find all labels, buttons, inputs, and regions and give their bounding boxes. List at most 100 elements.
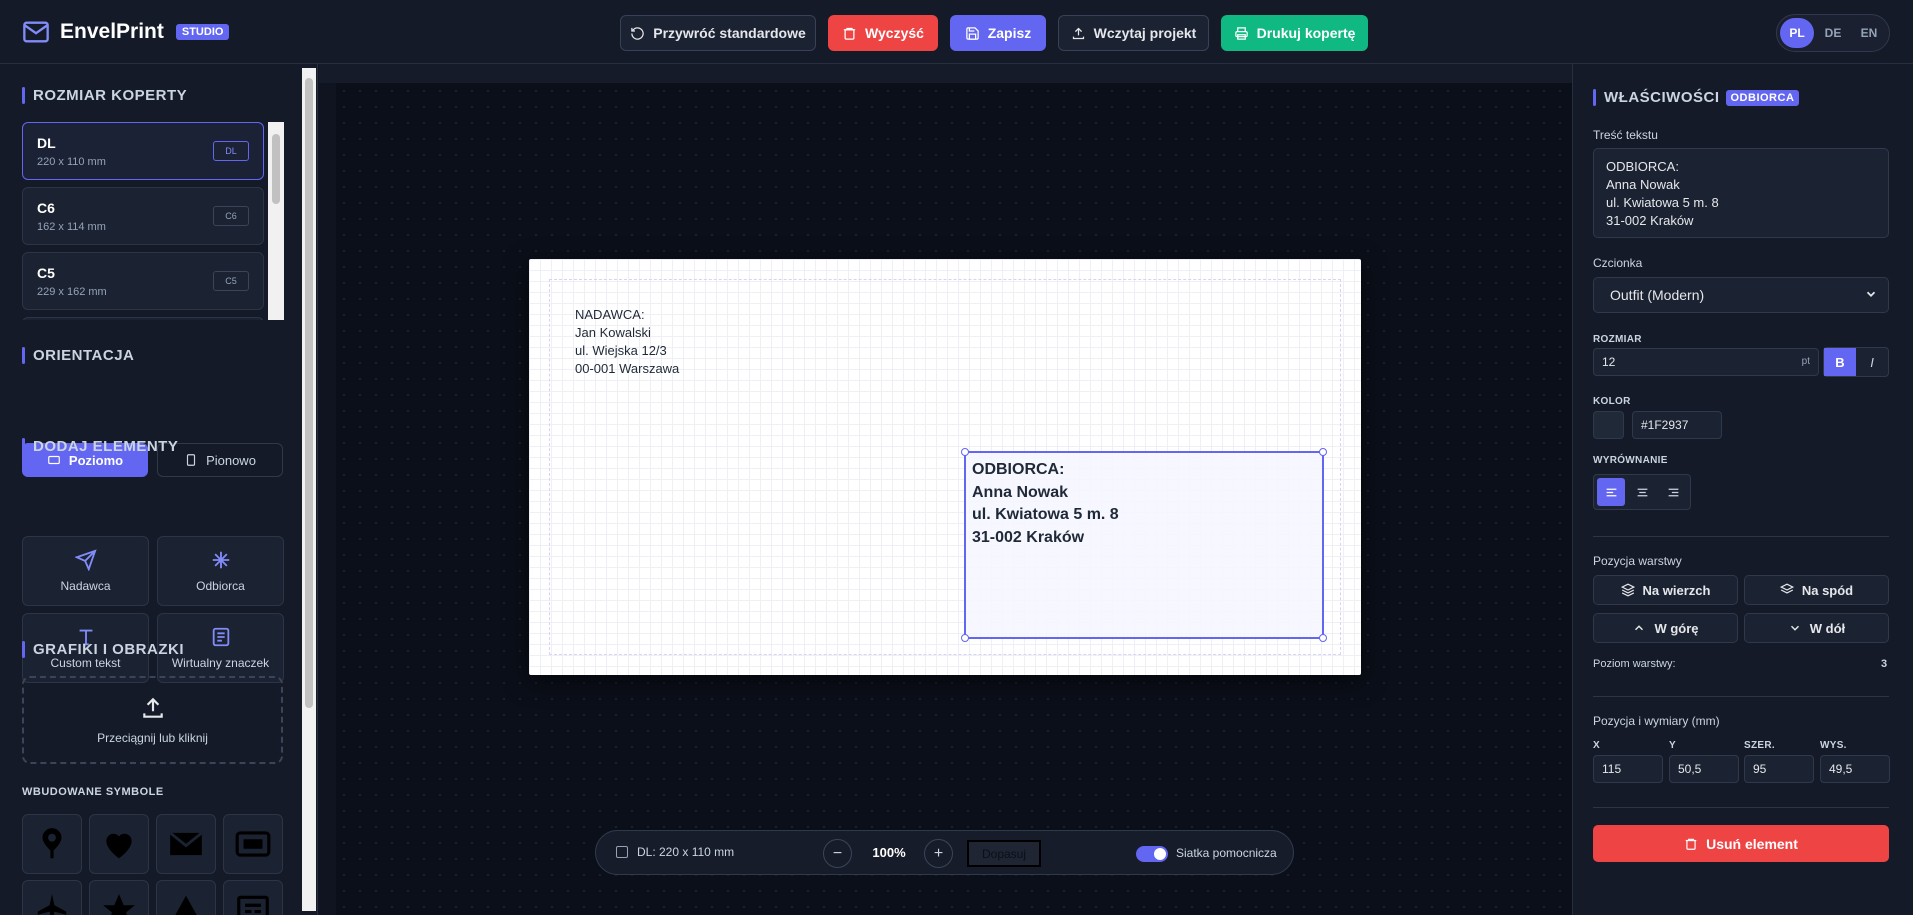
properties-title: WŁAŚCIWOŚCI ODBIORCA xyxy=(1593,89,1800,106)
bold-button[interactable]: B xyxy=(1824,348,1856,376)
envelope-logo-icon xyxy=(23,21,49,43)
align-center-button[interactable] xyxy=(1628,478,1656,506)
app-badge: STUDIO xyxy=(175,24,230,40)
print-envelope-button[interactable]: Drukuj kopertę xyxy=(1221,15,1368,51)
size-card-c5[interactable]: C5 229 x 162 mm C5 xyxy=(22,252,264,310)
left-sidebar: ROZMIAR KOPERTY DL 220 x 110 mm DL C6 16… xyxy=(0,64,318,915)
text-content-textarea[interactable]: ODBIORCA: Anna Nowak ul. Kwiatowa 5 m. 8… xyxy=(1593,148,1889,238)
save-button[interactable]: Zapisz xyxy=(950,15,1046,51)
airplane-icon xyxy=(37,894,67,915)
add-elements-title: DODAJ ELEMENTY xyxy=(22,438,178,455)
align-right-button[interactable] xyxy=(1659,478,1687,506)
align-right-icon xyxy=(1668,488,1678,496)
image-upload-dropzone[interactable]: Przeciągnij lub kliknij xyxy=(22,676,283,764)
add-recipient-tile[interactable]: Odbiorca xyxy=(157,536,284,606)
load-project-button[interactable]: Wczytaj projekt xyxy=(1058,15,1209,51)
font-style-toggle: B I xyxy=(1823,347,1889,377)
asterisk-icon xyxy=(212,551,229,569)
align-left-icon xyxy=(1606,488,1616,496)
app-logo: EnvelPrint STUDIO xyxy=(22,18,230,46)
lang-de[interactable]: DE xyxy=(1816,18,1850,48)
portrait-icon xyxy=(186,454,196,466)
upload-icon xyxy=(1072,27,1084,39)
size-card-c6[interactable]: C6 162 x 114 mm C6 xyxy=(22,187,264,245)
resize-handle-bottom-right[interactable] xyxy=(1319,634,1327,642)
lang-pl[interactable]: PL xyxy=(1780,18,1814,48)
font-label: Czcionka xyxy=(1593,256,1643,270)
selected-element-badge: ODBIORCA xyxy=(1725,89,1800,106)
y-input[interactable]: 50,5 xyxy=(1669,755,1739,783)
font-size-input[interactable]: 12 pt xyxy=(1593,348,1819,376)
sidebar-scrollbar[interactable] xyxy=(302,68,316,911)
recipient-text-block[interactable]: ODBIORCA: Anna Nowak ul. Kwiatowa 5 m. 8… xyxy=(961,448,1327,642)
color-hex-input[interactable]: #1F2937 xyxy=(1632,411,1722,439)
send-to-back-button[interactable]: Na spód xyxy=(1744,575,1889,605)
checkbox-box[interactable] xyxy=(616,846,628,858)
move-up-button[interactable]: W górę xyxy=(1593,613,1738,643)
move-down-button[interactable]: W dół xyxy=(1744,613,1889,643)
height-input[interactable]: 49,5 xyxy=(1820,755,1890,783)
symbol-airplane[interactable] xyxy=(22,880,82,915)
recipient-text: ODBIORCA: Anna Nowak ul. Kwiatowa 5 m. 8… xyxy=(972,461,1119,546)
star-icon xyxy=(103,894,135,915)
width-input[interactable]: 95 xyxy=(1744,755,1814,783)
clear-button[interactable]: Wyczyść xyxy=(828,15,938,51)
italic-button[interactable]: I xyxy=(1856,348,1888,376)
position-dimensions-label: Pozycja i wymiary (mm) xyxy=(1593,714,1720,728)
layers-icon xyxy=(1620,583,1635,597)
fit-button[interactable]: Dopasuj xyxy=(967,840,1041,867)
language-switcher: PL DE EN xyxy=(1776,14,1890,52)
size-card-more[interactable] xyxy=(22,317,264,320)
symbol-newspaper[interactable] xyxy=(223,880,283,915)
envelope-size-title: ROZMIAR KOPERTY xyxy=(22,87,187,104)
font-select[interactable]: Outfit (Modern) xyxy=(1593,277,1889,313)
divider xyxy=(1593,536,1889,537)
resize-handle-top-left[interactable] xyxy=(961,448,969,456)
color-swatch[interactable] xyxy=(1593,411,1624,439)
builtin-symbols-title: WBUDOWANE SYMBOLE xyxy=(22,786,164,798)
sender-text-block[interactable]: NADAWCA: Jan Kowalski ul. Wiejska 12/3 0… xyxy=(575,306,679,378)
graphics-title: GRAFIKI I OBRAZKI xyxy=(22,641,184,658)
align-left-button[interactable] xyxy=(1597,478,1625,506)
properties-panel: WŁAŚCIWOŚCI ODBIORCA Treść tekstu ODBIOR… xyxy=(1572,64,1913,915)
alignment-label: WYRÓWNANIE xyxy=(1593,455,1668,466)
restore-defaults-button[interactable]: Przywróć standardowe xyxy=(620,15,816,51)
triangle-icon xyxy=(175,895,197,915)
lang-en[interactable]: EN xyxy=(1852,18,1886,48)
bring-to-front-button[interactable]: Na wierzch xyxy=(1593,575,1738,605)
grid-toggle[interactable] xyxy=(1136,846,1168,862)
size-card-dl[interactable]: DL 220 x 110 mm DL xyxy=(22,122,264,180)
envelope-size-list: DL 220 x 110 mm DL C6 162 x 114 mm C6 C5… xyxy=(22,122,284,320)
trash-icon xyxy=(1685,838,1697,850)
x-label: X xyxy=(1593,740,1600,751)
add-sender-tile[interactable]: Nadawca xyxy=(22,536,149,606)
x-input[interactable]: 115 xyxy=(1593,755,1663,783)
resize-handle-top-right[interactable] xyxy=(1319,448,1327,456)
delete-element-button[interactable]: Usuń element xyxy=(1593,825,1889,862)
symbol-envelope[interactable] xyxy=(156,814,216,874)
newspaper-icon xyxy=(237,895,269,915)
layer-level-label: Poziom warstwy: xyxy=(1593,658,1676,670)
landscape-icon xyxy=(48,455,60,465)
text-content-label: Treść tekstu xyxy=(1593,128,1658,142)
location-pin-icon xyxy=(42,828,62,859)
alignment-group xyxy=(1593,474,1691,510)
envelope-size-checkbox[interactable]: DL: 220 x 110 mm xyxy=(616,845,734,859)
resize-handle-bottom-left[interactable] xyxy=(961,634,969,642)
width-label: SZER. xyxy=(1744,740,1775,751)
symbol-location-pin[interactable] xyxy=(22,814,82,874)
envelope-icon xyxy=(169,831,203,856)
y-label: Y xyxy=(1669,740,1676,751)
envelope-preview[interactable]: NADAWCA: Jan Kowalski ul. Wiejska 12/3 0… xyxy=(529,259,1361,675)
zoom-in-button[interactable]: + xyxy=(924,839,953,868)
color-label: KOLOR xyxy=(1593,396,1631,407)
upload-icon xyxy=(142,697,163,718)
symbol-triangle[interactable] xyxy=(156,880,216,915)
height-label: WYS. xyxy=(1820,740,1847,751)
size-list-scrollbar[interactable] xyxy=(268,122,284,320)
symbol-heart[interactable] xyxy=(89,814,149,874)
zoom-out-button[interactable]: − xyxy=(823,839,852,868)
trash-icon xyxy=(843,27,856,40)
symbol-card[interactable] xyxy=(223,814,283,874)
symbol-star[interactable] xyxy=(89,880,149,915)
